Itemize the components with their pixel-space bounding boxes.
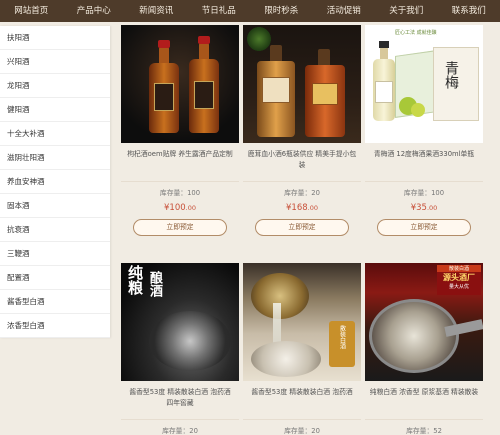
sidebar-item-sanbian[interactable]: 三鞭酒: [0, 242, 110, 266]
sidebar-item-longyang[interactable]: 龙阳酒: [0, 74, 110, 98]
nav-home[interactable]: 网站首页: [0, 0, 63, 22]
stock-count: 库存量：20: [121, 419, 239, 435]
sidebar-item-jianyang[interactable]: 健阳酒: [0, 98, 110, 122]
product-card[interactable]: 匠心工法 成就佳酿 青梅 青梅酒 12度梅酒果酒330ml单瓶 库存量：100 …: [365, 25, 483, 236]
factory-badge: 散装白酒 源头酒厂 量大从优: [437, 265, 481, 295]
reserve-button[interactable]: 立即预定: [377, 219, 471, 236]
bulk-discount-label: 量大从优: [448, 284, 469, 290]
product-title[interactable]: 酱香型53度 精装散装白酒 泡药酒: [243, 387, 361, 413]
nav-news[interactable]: 新闻资讯: [125, 0, 188, 22]
price-value: 168: [291, 203, 308, 213]
sidebar-item-fuyang[interactable]: 扶阳酒: [0, 26, 110, 50]
product-title[interactable]: 纯粮白酒 浓香型 原浆基酒 精装散装: [365, 387, 483, 413]
product-image-bulk-liquor[interactable]: 散装白酒: [243, 263, 361, 381]
stock-count: 库存量：100: [121, 181, 239, 197]
sidebar-item-jiangxiang[interactable]: 酱香型白酒: [0, 290, 110, 314]
product-card[interactable]: 散装白酒 源头酒厂 量大从优 纯粮白酒 浓香型 原浆基酒 精装散装 库存量：52: [365, 263, 483, 435]
product-title[interactable]: 酱香型53度 精装散装白酒 泡药酒 四年窖藏: [121, 387, 239, 413]
nav-about[interactable]: 关于我们: [375, 0, 438, 22]
sidebar-item-ziyin[interactable]: 滋阴壮阳酒: [0, 146, 110, 170]
sidebar-item-nongxiang[interactable]: 浓香型白酒: [0, 314, 110, 338]
plum-brand-slogan: 匠心工法 成就佳酿: [395, 30, 437, 36]
reserve-button[interactable]: 立即预定: [255, 219, 349, 236]
sidebar-item-kangshuai[interactable]: 抗衰酒: [0, 218, 110, 242]
nav-products[interactable]: 产品中心: [63, 0, 126, 22]
nav-gifts[interactable]: 节日礼品: [188, 0, 251, 22]
source-factory-label: 源头酒厂: [443, 273, 475, 282]
reserve-button[interactable]: 立即预定: [133, 219, 227, 236]
product-image-deer-blood-wine[interactable]: [243, 25, 361, 143]
product-card[interactable]: 鹿茸血小酒6瓶装供应 精美手提小包装 库存量：20 ¥168.00 立即预定: [243, 25, 361, 236]
product-image-plum-wine[interactable]: 匠心工法 成就佳酿 青梅: [365, 25, 483, 143]
sidebar-item-yangxue[interactable]: 养血安神酒: [0, 170, 110, 194]
nav-contact[interactable]: 联系我们: [438, 0, 500, 22]
product-card[interactable]: 纯粮 酿酒 酱香型53度 精装散装白酒 泡药酒 四年窖藏 库存量：20: [121, 263, 239, 435]
product-image-pure-grain-liquor[interactable]: 散装白酒 源头酒厂 量大从优: [365, 263, 483, 381]
product-card[interactable]: 散装白酒 酱香型53度 精装散装白酒 泡药酒 库存量：20: [243, 263, 361, 435]
price-cents: .00: [307, 204, 318, 212]
sidebar-item-shiquan[interactable]: 十全大补酒: [0, 122, 110, 146]
brew-text: 酿酒: [147, 271, 162, 297]
product-price: ¥100.00: [121, 203, 239, 213]
price-cents: .00: [426, 204, 438, 212]
product-title[interactable]: 鹿茸血小酒6瓶装供应 精美手提小包装: [243, 149, 361, 175]
bulk-liquor-label: 散装白酒: [437, 265, 481, 272]
price-value: 35: [416, 203, 427, 213]
sidebar-item-peizhi[interactable]: 配置酒: [0, 266, 110, 290]
price-value: 100: [169, 203, 186, 213]
product-image-goji-wine[interactable]: [121, 25, 239, 143]
sidebar-item-guben[interactable]: 固本酒: [0, 194, 110, 218]
product-price: ¥168.00: [243, 203, 361, 213]
product-grid: 枸杞酒oem贴牌 养生露酒产品定制 库存量：100 ¥100.00 立即预定 鹿…: [118, 22, 492, 435]
plum-box-brand: 青梅: [443, 61, 459, 89]
product-title[interactable]: 枸杞酒oem贴牌 养生露酒产品定制: [121, 149, 239, 175]
product-image-sauce-liquor[interactable]: 纯粮 酿酒: [121, 263, 239, 381]
product-card[interactable]: 枸杞酒oem贴牌 养生露酒产品定制 库存量：100 ¥100.00 立即预定: [121, 25, 239, 236]
product-title[interactable]: 青梅酒 12度梅酒果酒330ml单瓶: [365, 149, 483, 175]
stock-count: 库存量：20: [243, 181, 361, 197]
bulk-liquor-tag: 散装白酒: [329, 321, 355, 367]
category-sidebar: 扶阳酒 兴阳酒 龙阳酒 健阳酒 十全大补酒 滋阴壮阳酒 养血安神酒 固本酒 抗衰…: [0, 26, 110, 338]
price-cents: .00: [185, 204, 196, 212]
sidebar-item-xingyang[interactable]: 兴阳酒: [0, 50, 110, 74]
nav-flash-sale[interactable]: 限时秒杀: [250, 0, 313, 22]
big-chunliang: 纯粮: [126, 265, 144, 295]
stock-count: 库存量：100: [365, 181, 483, 197]
stock-count: 库存量：20: [243, 419, 361, 435]
product-price: ¥35.00: [365, 203, 483, 213]
nav-promotions[interactable]: 活动促销: [313, 0, 376, 22]
stock-count: 库存量：52: [365, 419, 483, 435]
top-nav: 网站首页 产品中心 新闻资讯 节日礼品 限时秒杀 活动促销 关于我们 联系我们: [0, 0, 500, 22]
